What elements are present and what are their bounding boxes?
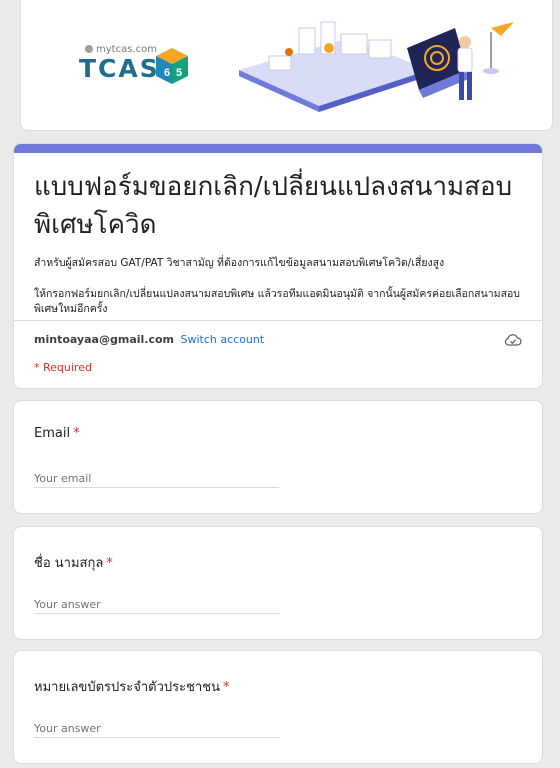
form-description-line-1: สำหรับผู้สมัครสอบ GAT/PAT วิชาสามัญ ที่ต… <box>34 257 445 269</box>
required-asterisk: * <box>222 680 230 695</box>
question-card-id-number: หมายเลขบัตรประจำตัวประชาชน * <box>13 650 543 764</box>
cloud-save-icon[interactable] <box>504 333 522 347</box>
title-card-divider <box>14 320 542 321</box>
title-card-accent-bar <box>14 144 542 153</box>
email-input[interactable] <box>34 469 279 488</box>
question-label-text: ชื่อ นามสกุล <box>34 556 104 571</box>
switch-account-link[interactable]: Switch account <box>181 333 265 346</box>
required-note: * Required <box>34 361 92 374</box>
question-card-full-name: ชื่อ นามสกุล * <box>13 526 543 640</box>
form-description: สำหรับผู้สมัครสอบ GAT/PAT วิชาสามัญ ที่ต… <box>34 256 522 317</box>
tcas-cube-logo-icon: 6 5 <box>156 48 188 84</box>
logo-number-5: 5 <box>176 67 182 79</box>
form-title: แบบฟอร์มขอยกเลิก/เปลี่ยนแปลงสนามสอบพิเศษ… <box>34 172 513 240</box>
question-label-text: หมายเลขบัตรประจำตัวประชาชน <box>34 680 220 695</box>
question-label: ชื่อ นามสกุล * <box>34 552 113 573</box>
mytcas-dot-icon <box>85 45 93 53</box>
campus-illustration-icon <box>239 21 514 112</box>
form-description-line-2: ให้กรอกฟอร์มยกเลิก/เปลี่ยนแปลงสนามสอบพิเ… <box>34 288 520 315</box>
required-asterisk: * <box>73 426 80 441</box>
question-label: หมายเลขบัตรประจำตัวประชาชน * <box>34 676 229 697</box>
google-form-page: mytcas.com TCAS 6 5 แบบฟอร์มขอยกเลิก/เปล… <box>0 0 560 768</box>
question-card-email: Email * <box>13 400 543 514</box>
id-number-input[interactable] <box>34 719 279 738</box>
tcas-logo-text: TCAS <box>79 54 160 83</box>
account-row: mintoayaa@gmail.com Switch account <box>34 333 264 346</box>
logo-number-6: 6 <box>164 67 170 79</box>
account-email: mintoayaa@gmail.com <box>34 333 174 346</box>
form-title-card: แบบฟอร์มขอยกเลิก/เปลี่ยนแปลงสนามสอบพิเศษ… <box>13 143 543 389</box>
full-name-input[interactable] <box>34 595 279 614</box>
question-label-text: Email <box>34 426 71 441</box>
header-banner: mytcas.com TCAS 6 5 <box>20 0 553 131</box>
question-label: Email * <box>34 426 80 441</box>
required-asterisk: * <box>106 556 113 571</box>
